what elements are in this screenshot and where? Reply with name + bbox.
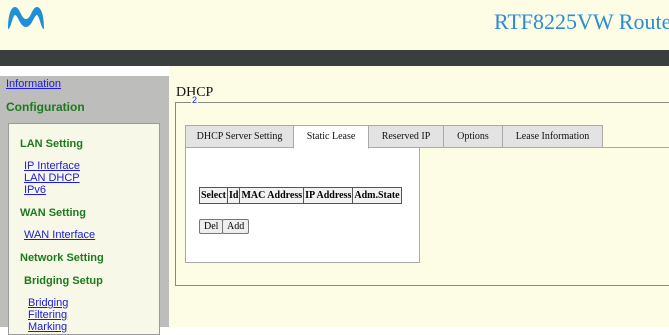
sidebar-section-lan-setting[interactable]: LAN Setting [20, 138, 83, 150]
tab-dhcp-server-setting[interactable]: DHCP Server Setting [185, 125, 294, 148]
column-header-adm-state: Adm.State [352, 187, 402, 204]
sidebar-item-lan-dhcp[interactable]: LAN DHCP [24, 172, 80, 184]
sidebar-item-ipv6[interactable]: IPv6 [24, 184, 46, 196]
sidebar-item-wan-interface[interactable]: WAN Interface [24, 229, 95, 241]
sidebar-section-bridging-setup[interactable]: Bridging Setup [24, 275, 103, 287]
static-lease-panel: Select Id MAC Address IP Address Adm.Sta… [185, 148, 420, 263]
dhcp-fieldset: 2 DHCP Server Setting Static Lease Reser… [175, 95, 669, 286]
tab-reserved-ip[interactable]: Reserved IP [368, 125, 444, 148]
add-button[interactable]: Add [222, 219, 250, 234]
table-header-row: Select Id MAC Address IP Address Adm.Sta… [199, 187, 402, 204]
sidebar-item-bridging[interactable]: Bridging [28, 297, 68, 309]
fieldset-legend: 2 [191, 95, 199, 105]
top-divider-bar [0, 50, 669, 66]
tab-options[interactable]: Options [443, 125, 503, 148]
column-header-mac-address: MAC Address [239, 187, 305, 204]
sidebar-section-wan-setting[interactable]: WAN Setting [20, 207, 86, 219]
sidebar-item-ip-interface[interactable]: IP Interface [24, 160, 80, 172]
sidebar-section-network-setting[interactable]: Network Setting [20, 252, 104, 264]
sidebar: Information Configuration LAN Setting IP… [0, 76, 169, 335]
sidebar-item-filtering[interactable]: Filtering [28, 309, 67, 321]
tab-lease-information[interactable]: Lease Information [502, 125, 603, 148]
sidebar-submenu-panel: LAN Setting IP Interface LAN DHCP IPv6 W… [8, 123, 160, 335]
sidebar-item-configuration[interactable]: Configuration [6, 100, 85, 114]
header: RTF8225VW Route [0, 0, 669, 50]
sidebar-item-information[interactable]: Information [6, 78, 61, 90]
column-header-select: Select [199, 187, 228, 204]
device-title: RTF8225VW Route [494, 9, 669, 34]
column-header-ip-address: IP Address [303, 187, 354, 204]
static-lease-table: Select Id MAC Address IP Address Adm.Sta… [199, 187, 402, 204]
tab-static-lease[interactable]: Static Lease [293, 125, 369, 149]
del-button[interactable]: Del [199, 219, 224, 234]
main-content: DHCP 2 DHCP Server Setting Static Lease … [169, 66, 669, 327]
movistar-logo-icon [5, 3, 47, 38]
column-header-id: Id [226, 187, 241, 204]
sidebar-item-marking[interactable]: Marking [28, 321, 67, 333]
